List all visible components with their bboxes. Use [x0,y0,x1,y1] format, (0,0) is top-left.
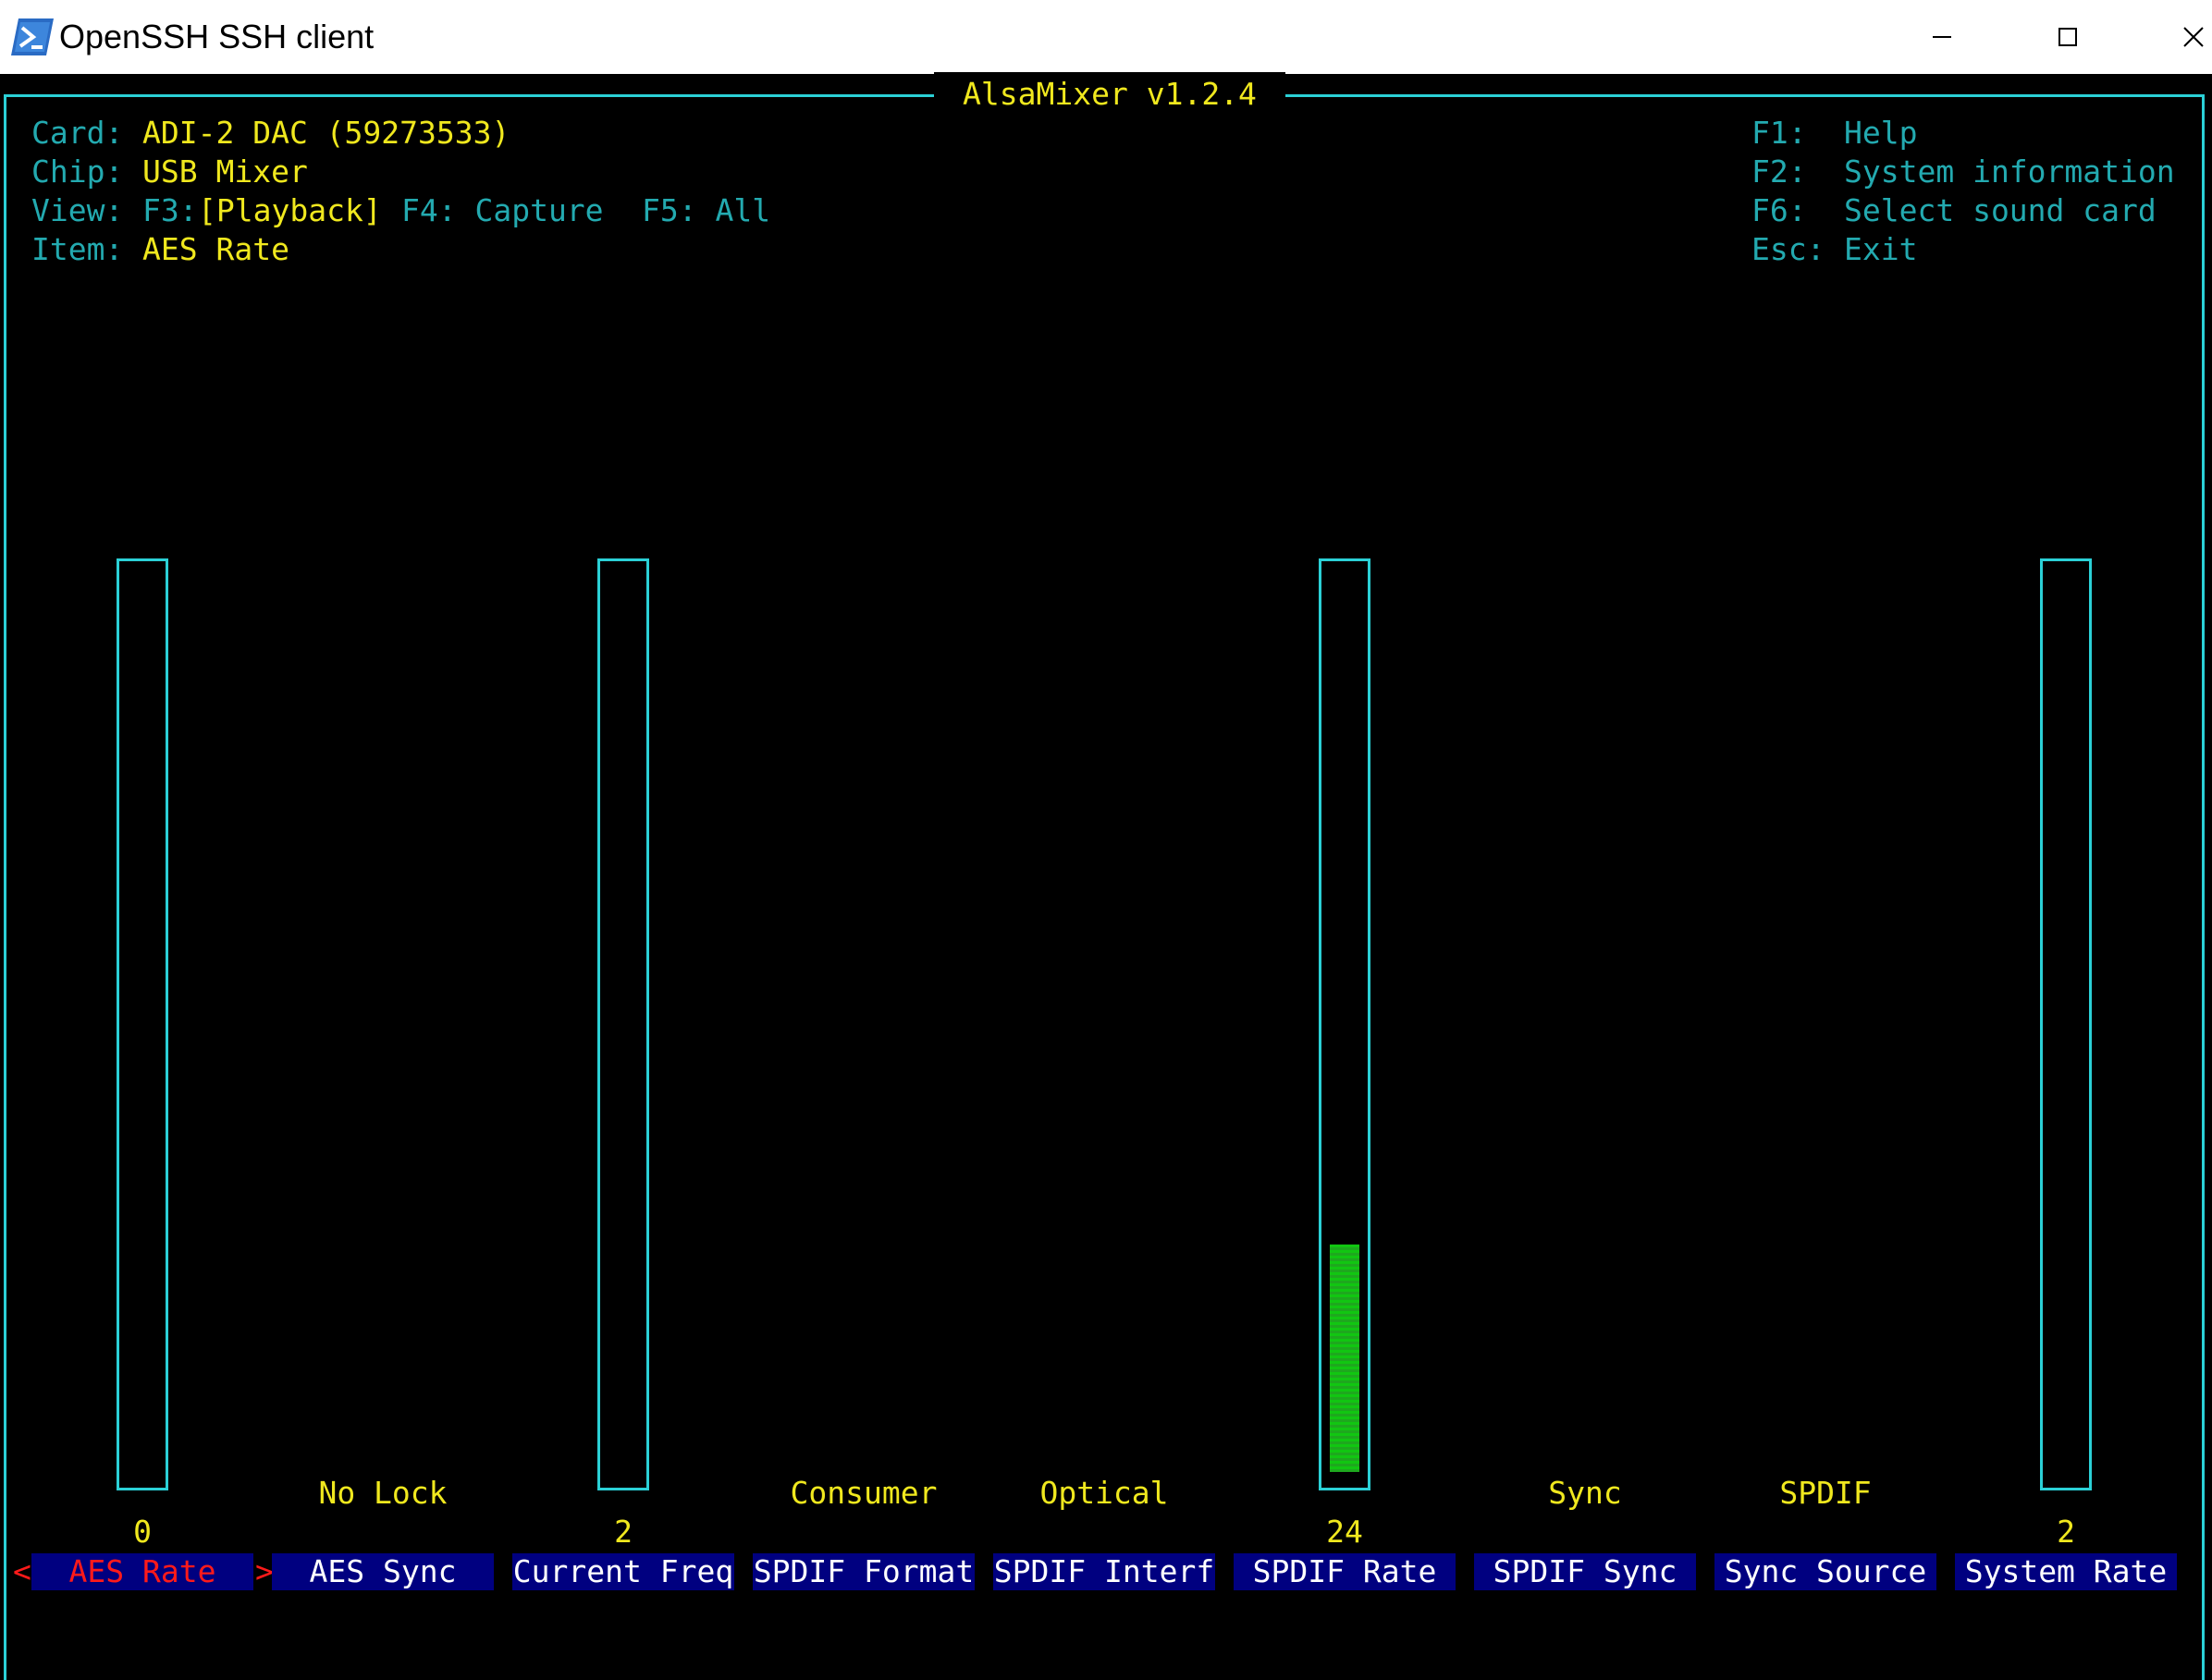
help-f1-text: Help [1844,115,1918,151]
view-f3-key[interactable]: F3: [142,191,198,230]
volume-bar-aes-rate[interactable] [117,558,168,1490]
card-label: Card: [31,115,124,151]
minimize-button[interactable] [1879,0,2005,74]
selection-marker-left: < [13,1553,31,1589]
card-value: ADI-2 DAC (59273533) [142,115,510,151]
view-capture[interactable]: F4: Capture [401,191,604,230]
volume-fill-spdif-rate [1330,1245,1359,1472]
channel-label-current-freq[interactable]: Current Freq [512,1553,734,1590]
selection-marker-right: > [255,1553,274,1589]
channel-label-system-rate[interactable]: System Rate [1955,1553,2177,1590]
help-esc-key[interactable]: Esc: [1751,230,1825,269]
channel-value-system-rate: 2 [2057,1514,2075,1550]
help-f6-text: Select sound card [1844,192,2157,228]
channel-label-spdif-rate[interactable]: SPDIF Rate [1234,1553,1456,1590]
channel-state-spdif-interf: Optical [1039,1475,1169,1511]
channel-value-current-freq: 2 [614,1514,633,1550]
help-f1-key[interactable]: F1: [1751,114,1807,153]
help-f6-key[interactable]: F6: [1751,191,1807,230]
channel-label-spdif-format[interactable]: SPDIF Format [753,1553,975,1590]
chip-value: USB Mixer [142,153,308,190]
chip-label: Chip: [31,153,124,190]
volume-bar-current-freq[interactable] [597,558,649,1490]
item-value: AES Rate [142,231,289,267]
mixer-frame [4,94,2205,1680]
channel-label-sync-source[interactable]: Sync Source [1714,1553,1936,1590]
maximize-icon [2058,28,2077,46]
channel-label-spdif-interf[interactable]: SPDIF Interf [993,1553,1215,1590]
channel-state-spdif-sync: Sync [1548,1475,1622,1511]
channel-label-aes-rate[interactable]: AES Rate [31,1553,253,1590]
maximize-button[interactable] [2005,0,2131,74]
volume-bar-spdif-rate[interactable] [1319,558,1370,1490]
window-title-bar[interactable]: OpenSSH SSH client [0,0,2212,74]
channel-label-spdif-sync[interactable]: SPDIF Sync [1474,1553,1696,1590]
mixer-title: AlsaMixer v1.2.4 [934,72,1285,116]
view-label: View: [31,192,124,228]
powershell-icon [11,18,54,55]
help-f2-text: System information [1844,153,2175,190]
view-all[interactable]: F5: All [642,191,770,230]
view-playback[interactable]: [Playback] [198,191,382,230]
help-f2-key[interactable]: F2: [1751,153,1807,191]
item-label: Item: [31,231,124,267]
window-title: OpenSSH SSH client [59,18,375,55]
close-button[interactable] [2131,0,2212,74]
channel-state-aes-sync: No Lock [318,1475,448,1511]
close-icon [2183,27,2204,47]
help-esc-text: Exit [1844,231,1918,267]
channel-label-aes-sync[interactable]: AES Sync [272,1553,494,1590]
channel-value-spdif-rate: 24 [1326,1514,1363,1550]
channel-state-spdif-format: Consumer [790,1475,938,1511]
minimize-icon [1933,36,1951,38]
volume-bar-system-rate[interactable] [2040,558,2092,1490]
channel-value-aes-rate: 0 [133,1514,152,1550]
channel-state-sync-source: SPDIF [1779,1475,1872,1511]
